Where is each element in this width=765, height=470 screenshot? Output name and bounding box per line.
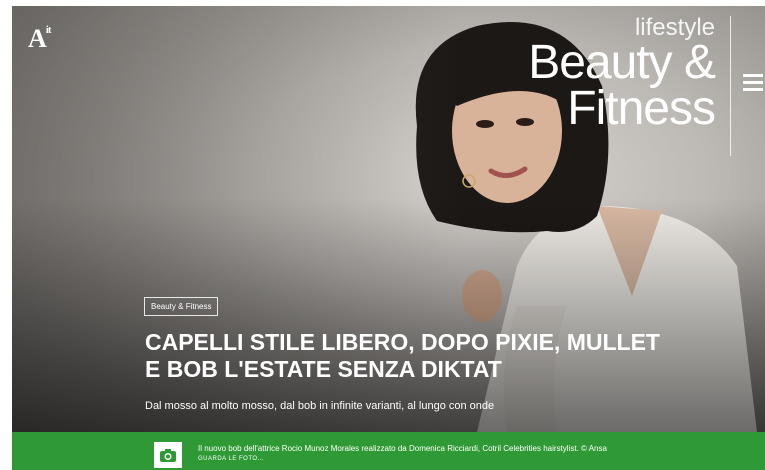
hero-image: Ait lifestyle Beauty & Fitness Beauty & … <box>12 6 765 432</box>
article-subtitle: Dal mosso al molto mosso, dal bob in inf… <box>145 400 495 412</box>
photo-caption-bar: Il nuovo bob dell'attrice Rocio Munoz Mo… <box>12 432 765 470</box>
section-title: lifestyle Beauty & Fitness <box>528 14 716 135</box>
section-title-line1: Beauty & <box>528 36 716 89</box>
photo-caption: Il nuovo bob dell'attrice Rocio Munoz Mo… <box>198 444 738 464</box>
site-logo[interactable]: Ait <box>28 24 51 54</box>
section-subtitle: lifestyle <box>634 14 715 41</box>
caption-text: Il nuovo bob dell'attrice Rocio Munoz Mo… <box>198 444 607 453</box>
section-title-line2: Fitness <box>567 81 716 135</box>
logo-suffix: it <box>45 24 52 36</box>
article-headline[interactable]: CAPELLI STILE LIBERO, DOPO PIXIE, MULLET… <box>145 329 665 383</box>
logo-letter: A <box>28 24 47 53</box>
category-tag[interactable]: Beauty & Fitness <box>144 297 219 316</box>
view-photos-link[interactable]: GUARDA LE FOTO... <box>198 454 738 464</box>
hamburger-icon[interactable] <box>743 74 763 92</box>
camera-icon[interactable] <box>154 442 182 468</box>
section-divider <box>730 16 731 156</box>
